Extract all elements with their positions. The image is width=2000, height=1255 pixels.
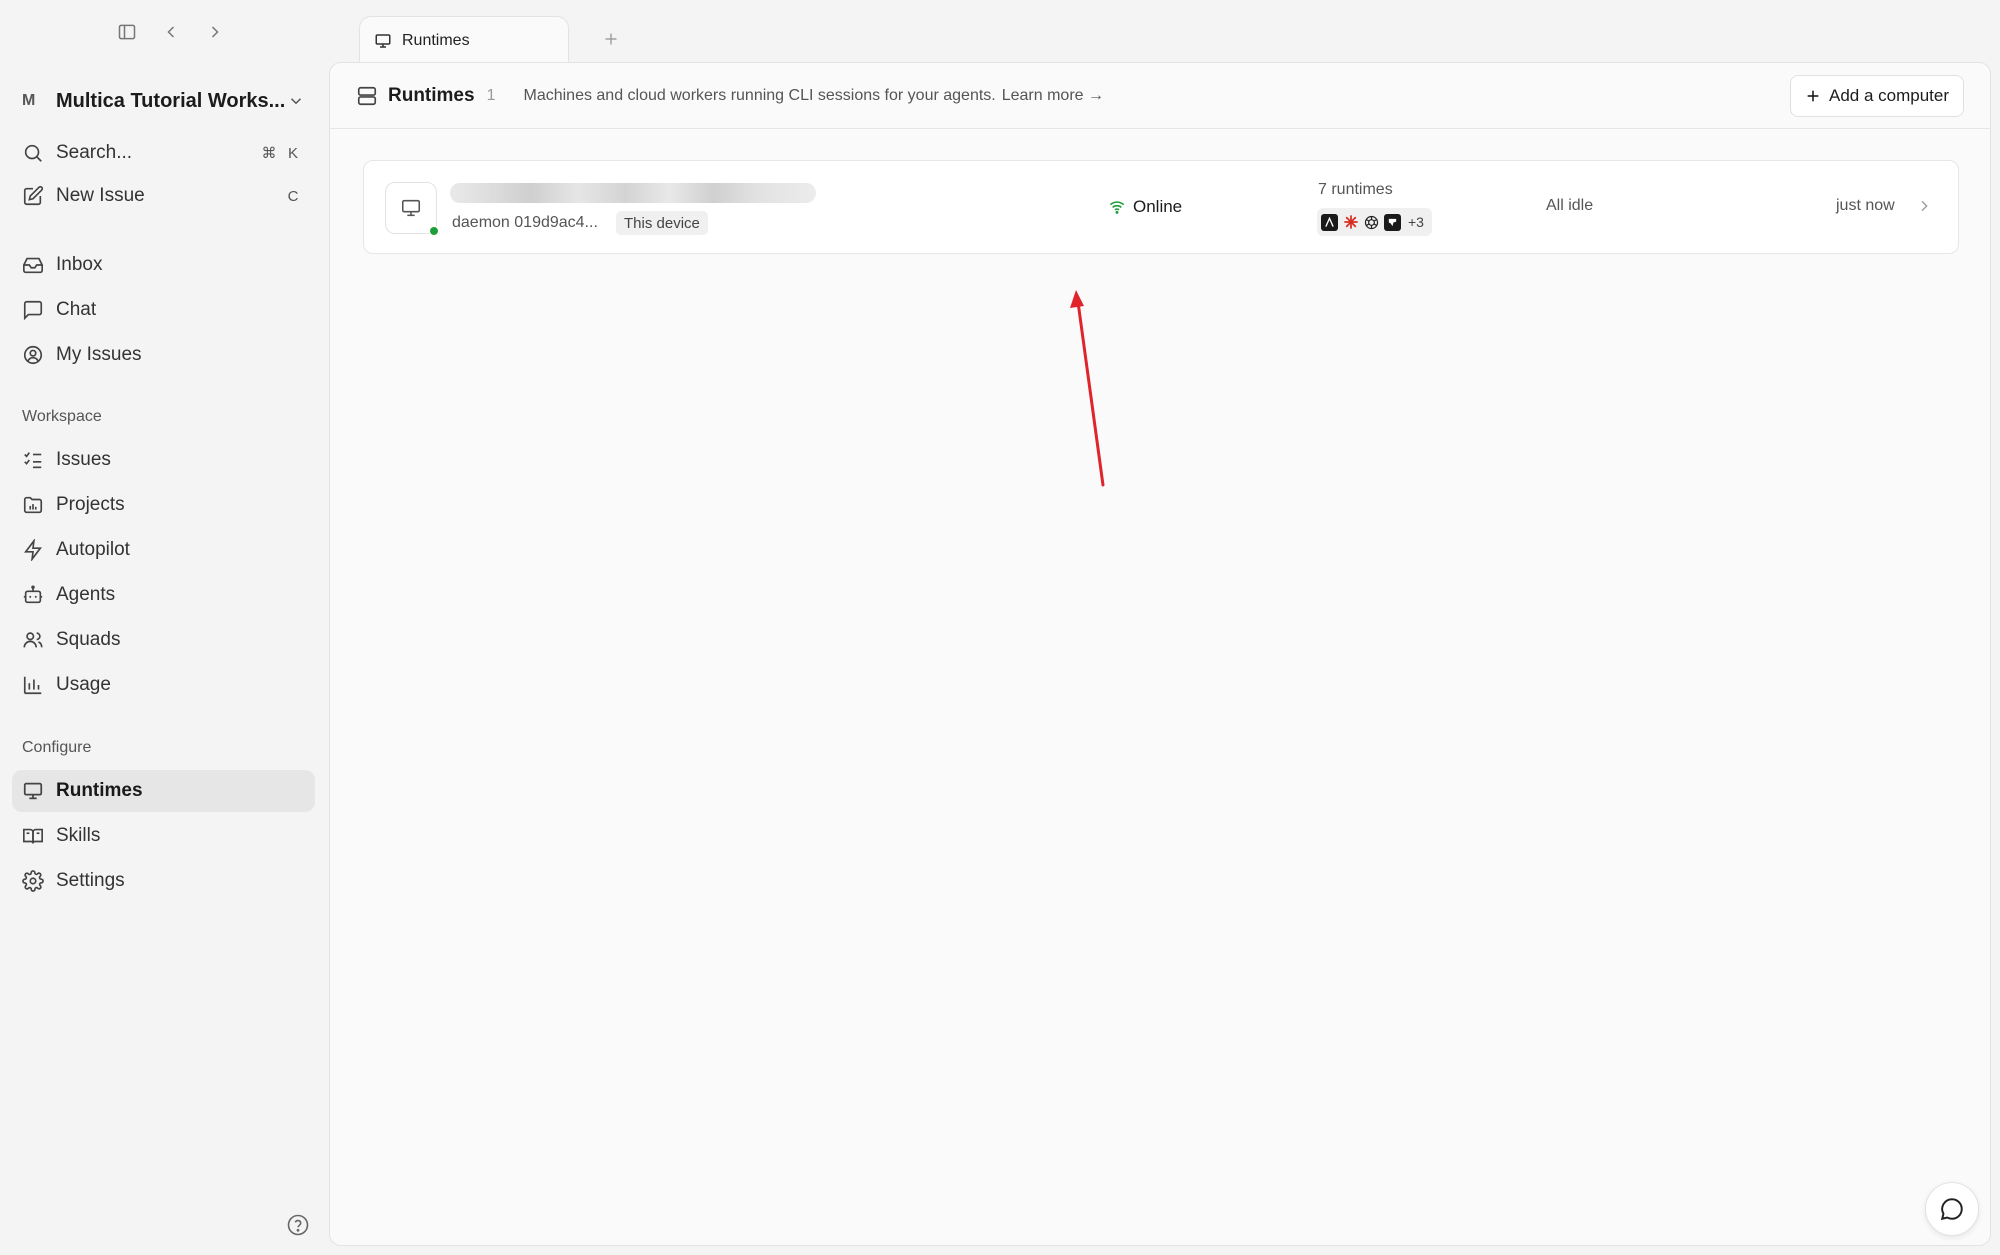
sidebar-item-inbox[interactable]: Inbox [12,244,315,286]
sidebar-item-chat[interactable]: Chat [12,289,315,331]
chevron-right-icon [1916,198,1932,214]
shortcut-c: C [287,187,299,205]
book-icon [22,825,44,847]
section-label-workspace: Workspace [22,408,102,425]
new-issue-button[interactable]: New Issue C [12,175,315,217]
sidebar-item-label: Autopilot [56,539,130,560]
forward-arrow-icon[interactable] [202,19,228,45]
search-label: Search... [56,142,133,163]
sidebar-item-label: Settings [56,870,125,891]
sidebar-item-label: Skills [56,825,101,846]
sidebar-toggle-icon[interactable] [114,19,140,45]
runtime-row[interactable]: daemon 019d9ac4... This device Online 7 … [363,160,1959,254]
sidebar-item-label: Agents [56,584,116,605]
claude-sunburst-icon [1342,214,1359,231]
activity-status: All idle [1546,197,1594,214]
sidebar-item-label: Runtimes [56,780,143,801]
main-panel: Runtimes 1 Machines and cloud workers ru… [329,62,1991,1246]
sidebar-item-label: Inbox [56,254,103,275]
last-seen: just now [1836,197,1895,214]
help-icon[interactable] [286,1213,310,1237]
redacted-device-name [450,183,816,203]
sidebar-item-issues[interactable]: Issues [12,439,315,481]
cursor-logo-icon [1384,213,1401,231]
new-issue-label: New Issue [56,185,145,206]
page-header: Runtimes 1 Machines and cloud workers ru… [330,63,1990,129]
back-arrow-icon[interactable] [158,19,184,45]
chat-bubble-icon[interactable] [1925,1182,1979,1236]
sidebar-item-skills[interactable]: Skills [12,815,315,857]
new-tab-plus-icon[interactable] [600,28,624,52]
sidebar-item-label: Usage [56,674,111,695]
device-monitor-icon [385,182,437,234]
runtime-count: 7 runtimes [1318,181,1393,198]
pencil-square-icon [22,185,44,207]
runtime-count-badge: 1 [486,86,496,104]
zap-icon [22,539,44,561]
plus-icon [1805,88,1821,104]
sidebar-item-label: Issues [56,449,111,470]
sidebar-item-autopilot[interactable]: Autopilot [12,529,315,571]
anthropic-logo-icon [1321,213,1338,231]
status-label: Online [1133,197,1183,216]
sidebar: M Multica Tutorial Works... Search... ⌘ … [0,0,328,1255]
window-controls [114,19,228,45]
device-id: daemon 019d9ac4... [452,214,598,231]
list-checks-icon [22,449,44,471]
user-circle-icon [22,344,44,366]
this-device-badge: This device [616,211,708,235]
sidebar-item-label: My Issues [56,344,142,365]
openai-logo-icon [1363,214,1380,231]
sidebar-item-projects[interactable]: Projects [12,484,315,526]
sidebar-item-label: Chat [56,299,97,320]
sidebar-item-usage[interactable]: Usage [12,664,315,706]
search-button[interactable]: Search... ⌘ K [12,132,315,174]
bot-icon [22,584,44,606]
sidebar-item-squads[interactable]: Squads [12,619,315,661]
gear-icon [22,870,44,892]
folder-icon [22,494,44,516]
annotation-arrow [1070,290,1105,487]
sidebar-item-label: Projects [56,494,125,515]
workspace-avatar: M [22,92,36,109]
users-icon [22,629,44,651]
page-title: Runtimes [388,84,475,106]
shortcut-k: K [287,144,298,162]
tab-label: Runtimes [402,31,470,49]
server-icon [356,85,378,107]
search-icon [22,142,44,164]
learn-more-link[interactable]: Learn more → [1002,87,1104,105]
shortcut-cmd: ⌘ [261,145,277,162]
bar-chart-icon [22,674,44,696]
sidebar-item-runtimes[interactable]: Runtimes [12,770,315,812]
online-status-dot [429,226,439,236]
chevron-down-icon [287,92,305,110]
add-computer-button[interactable]: Add a computer [1789,75,1964,117]
tab-runtimes[interactable]: Runtimes [359,16,569,64]
add-computer-label: Add a computer [1828,86,1949,105]
inbox-icon [22,254,44,276]
page-description: Machines and cloud workers running CLI s… [523,86,996,104]
sidebar-item-my-issues[interactable]: My Issues [12,334,315,376]
sidebar-item-agents[interactable]: Agents [12,574,315,616]
section-label-configure: Configure [22,739,92,756]
wifi-icon [1109,199,1125,215]
connection-status: Online [1109,197,1182,217]
monitor-icon [22,780,44,802]
workspace-name: Multica Tutorial Works... [56,89,286,112]
sidebar-item-settings[interactable]: Settings [12,860,315,902]
monitor-icon [374,32,392,50]
runtime-more-count: +3 [1408,214,1424,230]
chat-icon [22,299,44,321]
runtime-icons: +3 [1317,208,1432,236]
sidebar-item-label: Squads [56,629,121,650]
workspace-switcher[interactable]: M Multica Tutorial Works... [12,82,315,120]
